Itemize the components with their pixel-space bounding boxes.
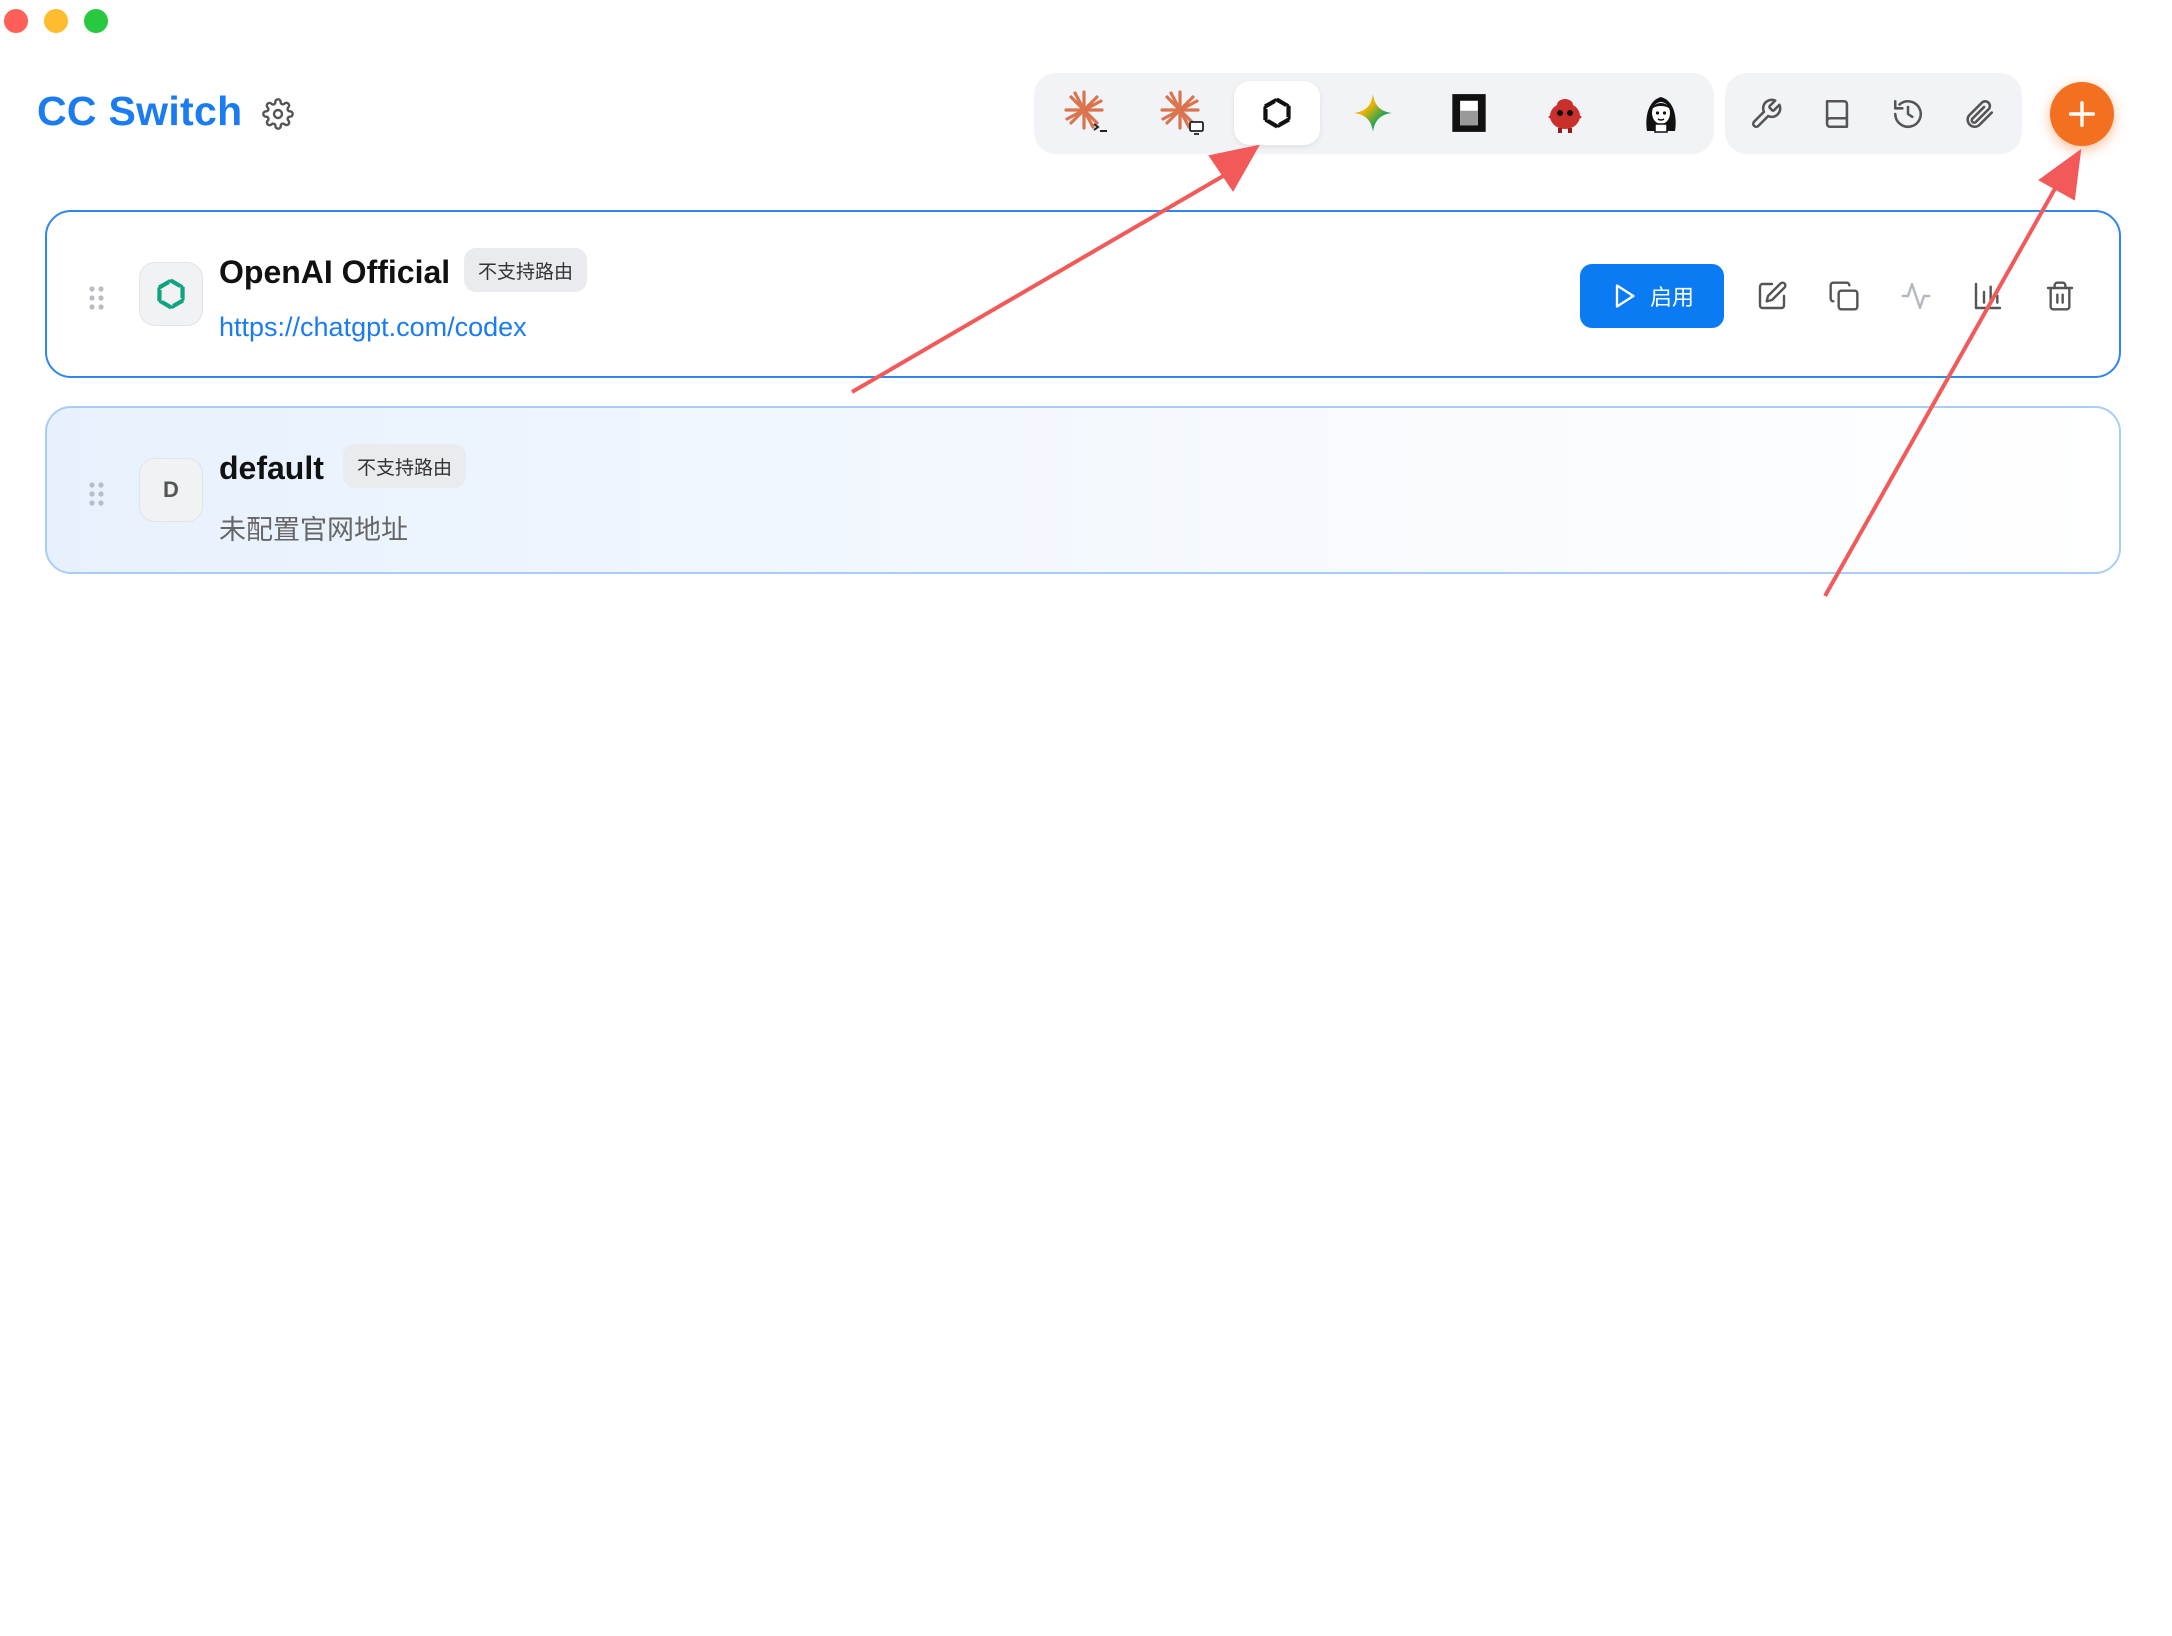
portrait-icon xyxy=(1646,97,1676,133)
app-tab-claude-desktop[interactable] xyxy=(1140,81,1226,145)
duplicate-button[interactable] xyxy=(1822,274,1866,318)
opencode-icon xyxy=(1452,94,1486,132)
usage-stats-button[interactable] xyxy=(1966,274,2010,318)
plus-icon xyxy=(2068,100,2096,128)
zoom-window-button[interactable] xyxy=(84,9,108,33)
claude-desktop-icon xyxy=(1160,90,1204,135)
provider-card[interactable]: D default 不支持路由 未配置官网地址 xyxy=(45,406,2121,574)
enable-button[interactable]: 启用 xyxy=(1580,264,1724,328)
provider-name: default xyxy=(219,450,324,486)
app-tab-red-mascot[interactable] xyxy=(1522,81,1608,145)
openai-icon xyxy=(1263,97,1291,129)
add-provider-button[interactable] xyxy=(2050,82,2114,146)
history-icon xyxy=(1893,99,1923,129)
red-mascot-icon xyxy=(1548,99,1582,133)
test-latency-button[interactable] xyxy=(1894,274,1938,318)
provider-logo: D xyxy=(139,458,203,522)
attachments-button[interactable] xyxy=(1954,89,2004,139)
bar-chart-icon xyxy=(1974,282,2002,310)
gemini-icon xyxy=(1354,94,1392,132)
window-controls xyxy=(4,9,108,33)
app-tab-codex[interactable] xyxy=(1234,81,1320,145)
routing-badge: 不支持路由 xyxy=(464,248,588,292)
edit-button[interactable] xyxy=(1750,274,1794,318)
edit-icon xyxy=(1758,281,1787,310)
prompts-button[interactable] xyxy=(1812,89,1862,139)
drag-handle-icon[interactable] xyxy=(87,284,107,312)
activity-icon xyxy=(1901,282,1931,310)
history-button[interactable] xyxy=(1883,89,1933,139)
trash-icon xyxy=(2046,281,2074,311)
provider-url-placeholder: 未配置官网地址 xyxy=(219,515,408,546)
close-window-button[interactable] xyxy=(4,9,28,33)
tools-group xyxy=(1725,73,2022,154)
openai-icon xyxy=(157,278,185,310)
annotation-arrowhead xyxy=(2038,148,2082,201)
gear-icon xyxy=(262,98,294,130)
app-tab-opencode[interactable] xyxy=(1426,81,1512,145)
drag-handle-icon[interactable] xyxy=(87,480,107,508)
app-tab-gemini[interactable] xyxy=(1330,81,1416,145)
app-tab-portrait[interactable] xyxy=(1618,81,1704,145)
provider-logo xyxy=(139,262,203,326)
app-window: CC Switch OpenAI Official 不支持路由 https://… xyxy=(0,0,2172,1636)
provider-name: OpenAI Official xyxy=(219,254,451,290)
paperclip-icon xyxy=(1966,100,1994,129)
app-tab-claude-code[interactable] xyxy=(1044,81,1130,145)
settings-button[interactable] xyxy=(260,96,296,132)
tools-button[interactable] xyxy=(1741,89,1791,139)
wrench-icon xyxy=(1752,98,1782,128)
play-icon xyxy=(1615,284,1635,308)
routing-badge: 不支持路由 xyxy=(343,444,467,488)
delete-button[interactable] xyxy=(2038,274,2082,318)
claude-terminal-icon xyxy=(1064,90,1107,132)
app-title: CC Switch xyxy=(37,88,243,134)
provider-card[interactable]: OpenAI Official 不支持路由 https://chatgpt.co… xyxy=(45,210,2121,378)
copy-icon xyxy=(1829,281,1859,311)
minimize-window-button[interactable] xyxy=(44,9,68,33)
book-icon xyxy=(1825,99,1849,129)
provider-url-link[interactable]: https://chatgpt.com/codex xyxy=(219,312,527,343)
enable-button-label: 启用 xyxy=(1649,286,1694,311)
app-switcher xyxy=(1034,73,1714,154)
provider-logo-letter: D xyxy=(163,477,179,502)
